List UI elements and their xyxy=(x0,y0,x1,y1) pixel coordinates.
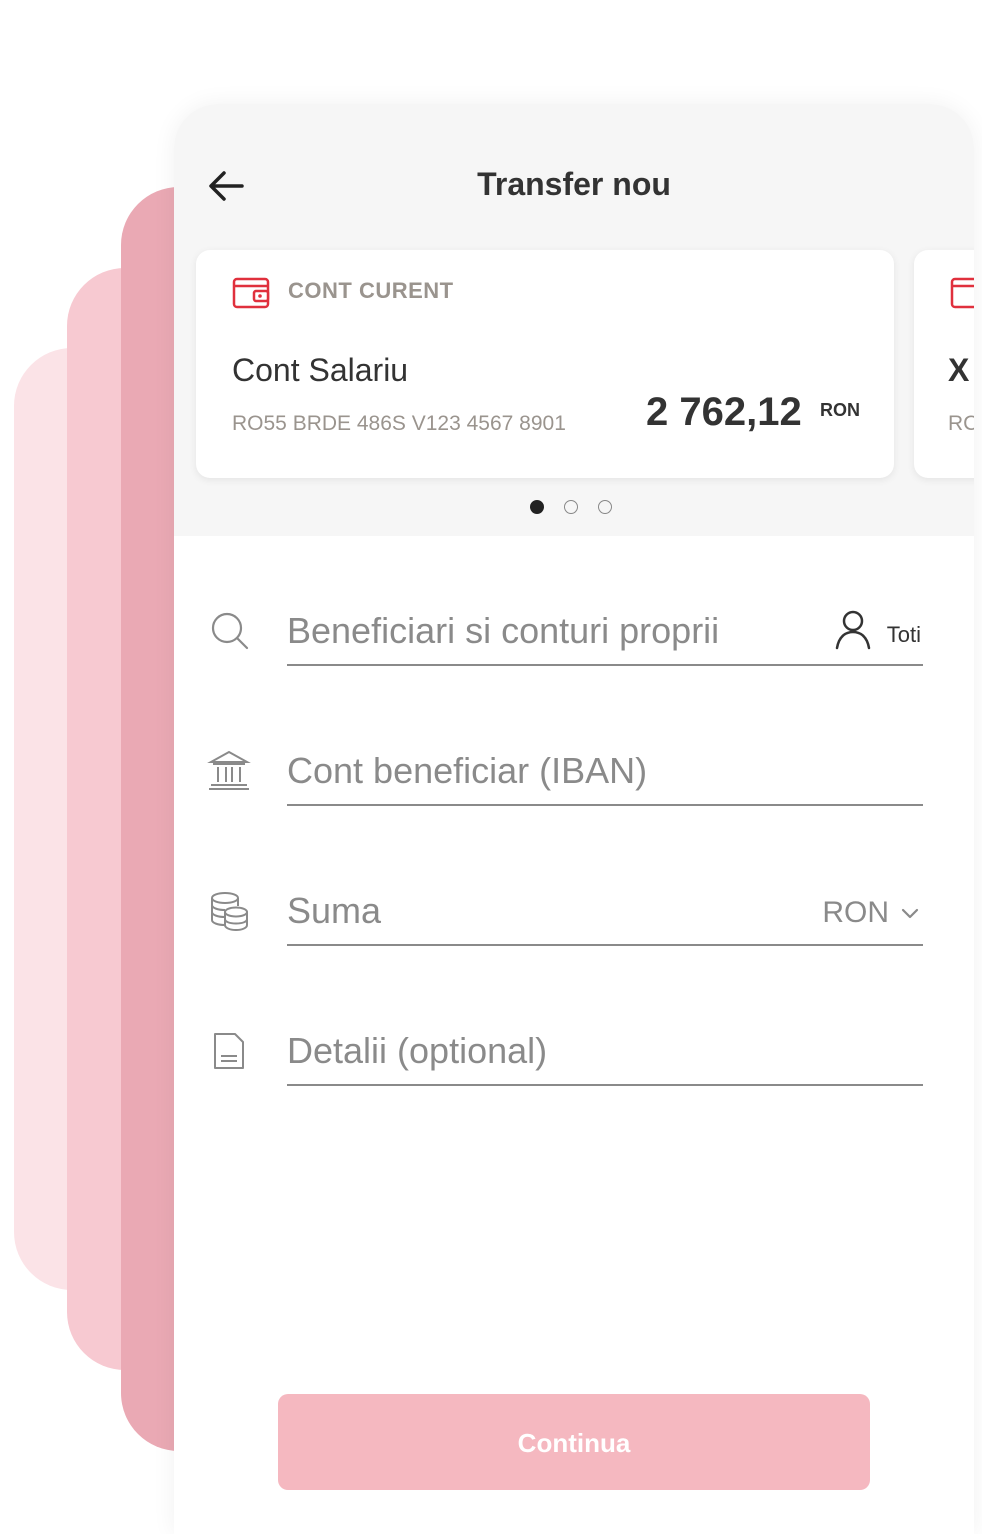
details-placeholder: Detalii (optional) xyxy=(287,1030,548,1071)
document-icon xyxy=(214,1033,244,1069)
bank-icon xyxy=(207,750,251,790)
amount-field[interactable]: Suma RON xyxy=(211,888,923,946)
contacts-all-label[interactable]: Toti xyxy=(887,622,921,648)
account-currency: RON xyxy=(820,400,860,420)
wallet-icon xyxy=(950,277,974,309)
account-balance: 2 762,12 xyxy=(646,390,802,434)
chevron-down-icon[interactable] xyxy=(899,902,921,924)
beneficiary-placeholder: Beneficiari si conturi proprii xyxy=(287,610,720,651)
amount-placeholder: Suma xyxy=(287,890,382,931)
account-iban: RC xyxy=(948,412,974,435)
carousel-dot-active[interactable] xyxy=(530,500,544,514)
coins-icon xyxy=(211,892,248,932)
account-card-next[interactable]: X RC xyxy=(914,250,974,478)
wallet-icon xyxy=(232,277,270,309)
person-icon[interactable] xyxy=(833,608,873,652)
search-icon xyxy=(211,612,249,650)
account-name: Cont Salariu xyxy=(232,352,409,388)
phone-screen: Transfer nou CONT CURENT Cont Salariu RO… xyxy=(174,104,974,1534)
iban-field[interactable]: Cont beneficiar (IBAN) xyxy=(207,748,923,806)
carousel-dot[interactable] xyxy=(598,500,612,514)
page-title: Transfer nou xyxy=(477,166,671,202)
header-area: Transfer nou CONT CURENT Cont Salariu RO… xyxy=(174,104,974,536)
account-iban: RO55 BRDE 486S V123 4567 8901 xyxy=(232,412,566,435)
carousel-indicator xyxy=(530,500,612,516)
account-card[interactable]: CONT CURENT Cont Salariu RO55 BRDE 486S … xyxy=(196,250,894,478)
details-field[interactable]: Detalii (optional) xyxy=(214,1028,923,1086)
continue-button[interactable]: Continua xyxy=(278,1394,870,1490)
iban-placeholder: Cont beneficiar (IBAN) xyxy=(287,750,648,791)
currency-select[interactable]: RON xyxy=(822,896,889,930)
account-name: X xyxy=(948,352,970,388)
account-type: CONT CURENT xyxy=(288,278,454,303)
carousel-dot[interactable] xyxy=(564,500,578,514)
beneficiary-search-field[interactable]: Beneficiari si conturi proprii Toti xyxy=(211,608,923,666)
